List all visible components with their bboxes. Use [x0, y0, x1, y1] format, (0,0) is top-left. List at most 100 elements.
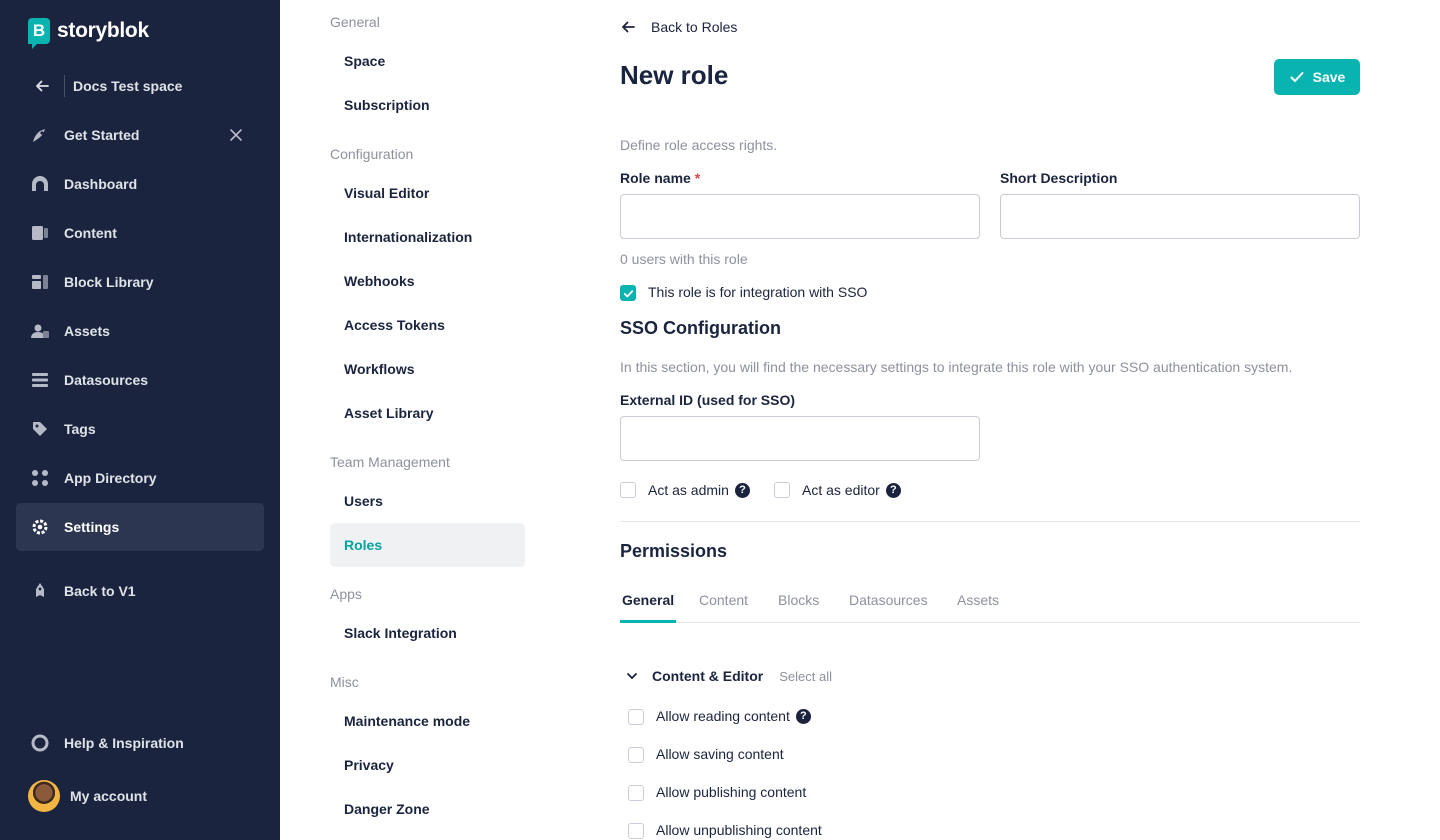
role-name-input[interactable]: [620, 194, 980, 239]
external-id-input[interactable]: [620, 416, 980, 461]
sidebar-item-settings[interactable]: Settings: [16, 503, 264, 551]
back-v1-icon: [30, 581, 50, 601]
permission-group-title: Content & Editor: [652, 668, 764, 684]
permission-checkbox[interactable]: [628, 823, 644, 839]
settings-item-maintenance-mode[interactable]: Maintenance mode: [330, 699, 525, 743]
space-switcher: Docs Test space: [28, 72, 182, 100]
settings-item-workflows[interactable]: Workflows: [330, 347, 525, 391]
sidebar-item-label: Get Started: [64, 127, 140, 143]
sidebar-item-datasources[interactable]: Datasources: [16, 356, 264, 404]
settings-item-space[interactable]: Space: [330, 39, 525, 83]
tab-assets[interactable]: Assets: [957, 592, 999, 623]
settings-item-access-tokens[interactable]: Access Tokens: [330, 303, 525, 347]
help-lifebuoy-icon: [30, 733, 50, 753]
act-as-editor-checkbox[interactable]: [774, 482, 790, 498]
permission-item[interactable]: Allow unpublishing content: [656, 822, 822, 838]
blocks-icon: [30, 272, 50, 292]
users-count-text: 0 users with this role: [620, 251, 748, 267]
help-icon[interactable]: ?: [734, 482, 750, 498]
back-to-roles-link[interactable]: Back to Roles: [620, 16, 737, 38]
sidebar-item-help[interactable]: Help & Inspiration: [16, 719, 264, 767]
check-icon: [623, 289, 633, 297]
sidebar-item-get-started[interactable]: Get Started: [16, 111, 264, 159]
sidebar-item-label: Block Library: [64, 274, 154, 290]
permission-item[interactable]: Allow publishing content: [656, 784, 806, 800]
sidebar-item-content[interactable]: Content: [16, 209, 264, 257]
settings-item-users[interactable]: Users: [330, 479, 525, 523]
datasources-icon: [30, 370, 50, 390]
account-label: My account: [70, 788, 148, 804]
sso-checkbox[interactable]: [620, 285, 636, 301]
close-icon[interactable]: [226, 125, 246, 145]
permission-label: Allow reading content: [656, 708, 790, 724]
dashboard-icon: [30, 174, 50, 194]
sidebar-item-label: Tags: [64, 421, 96, 437]
space-name[interactable]: Docs Test space: [73, 78, 182, 94]
settings-item-visual-editor[interactable]: Visual Editor: [330, 171, 525, 215]
my-account[interactable]: My account: [28, 780, 147, 812]
act-as-editor-label[interactable]: Act as editor ?: [802, 482, 901, 498]
sidebar-item-label: App Directory: [64, 470, 157, 486]
save-button-label: Save: [1312, 69, 1346, 85]
select-all-link[interactable]: Select all: [779, 669, 832, 684]
role-name-label-text: Role name: [620, 170, 691, 186]
tab-blocks[interactable]: Blocks: [778, 592, 819, 623]
tab-general[interactable]: General: [620, 592, 677, 623]
sidebar-item-assets[interactable]: Assets: [16, 307, 264, 355]
settings-section-title: General: [330, 14, 380, 30]
permission-item[interactable]: Allow saving content: [656, 746, 784, 762]
act-as-admin-label[interactable]: Act as admin ?: [648, 482, 750, 498]
sidebar-item-dashboard[interactable]: Dashboard: [16, 160, 264, 208]
sidebar-item-tags[interactable]: Tags: [16, 405, 264, 453]
act-as-admin-text: Act as admin: [648, 482, 729, 498]
settings-item-privacy[interactable]: Privacy: [330, 743, 525, 787]
chevron-down-icon[interactable]: [620, 666, 644, 686]
sidebar-item-app-directory[interactable]: App Directory: [16, 454, 264, 502]
permission-checkbox[interactable]: [628, 747, 644, 763]
storyblok-logo[interactable]: B storyblok: [28, 17, 149, 49]
space-divider: [64, 75, 65, 97]
permission-item[interactable]: Allow reading content ?: [656, 708, 811, 724]
tab-content[interactable]: Content: [699, 592, 748, 623]
settings-item-internationalization[interactable]: Internationalization: [330, 215, 525, 259]
sidebar-item-label: Content: [64, 225, 117, 241]
settings-item-asset-library[interactable]: Asset Library: [330, 391, 525, 435]
sidebar-item-label: Dashboard: [64, 176, 138, 192]
short-description-input[interactable]: [1000, 194, 1360, 239]
settings-section-title: Misc: [330, 674, 359, 690]
permission-checkbox[interactable]: [628, 709, 644, 725]
back-arrow-icon[interactable]: [28, 72, 56, 100]
settings-item-webhooks[interactable]: Webhooks: [330, 259, 525, 303]
settings-item-roles[interactable]: Roles: [330, 523, 525, 567]
required-asterisk: *: [694, 170, 701, 186]
check-icon: [1290, 72, 1304, 82]
help-icon[interactable]: ?: [795, 708, 811, 724]
help-icon[interactable]: ?: [885, 482, 901, 498]
sidebar-item-block-library[interactable]: Block Library: [16, 258, 264, 306]
act-as-admin-checkbox[interactable]: [620, 482, 636, 498]
settings-item-subscription[interactable]: Subscription: [330, 83, 525, 127]
sidebar-item-label: Back to V1: [64, 583, 136, 599]
sidebar-item-label: Settings: [64, 519, 120, 535]
avatar: [28, 780, 60, 812]
tab-datasources[interactable]: Datasources: [849, 592, 928, 623]
rocket-icon: [30, 125, 50, 145]
sso-description: In this section, you will find the neces…: [620, 359, 1293, 375]
intro-text: Define role access rights.: [620, 137, 778, 153]
sidebar-item-back-to-v1[interactable]: Back to V1: [16, 567, 264, 615]
back-link-label: Back to Roles: [651, 19, 738, 35]
permission-checkbox[interactable]: [628, 785, 644, 801]
gear-icon: [30, 517, 50, 537]
settings-item-danger-zone[interactable]: Danger Zone: [330, 787, 525, 831]
content-icon: [30, 223, 50, 243]
settings-item-slack-integration[interactable]: Slack Integration: [330, 611, 525, 655]
sso-configuration-title: SSO Configuration: [620, 318, 781, 338]
logo-mark: B: [28, 18, 50, 49]
sso-checkbox-label[interactable]: This role is for integration with SSO: [648, 284, 867, 300]
permissions-title: Permissions: [620, 541, 728, 561]
main-sidebar: B storyblok Docs Test space Get Started …: [0, 0, 280, 840]
settings-section-title: Apps: [330, 586, 362, 602]
page-title: New role: [620, 60, 729, 90]
save-button[interactable]: Save: [1274, 59, 1360, 95]
settings-section-title: Configuration: [330, 146, 414, 162]
